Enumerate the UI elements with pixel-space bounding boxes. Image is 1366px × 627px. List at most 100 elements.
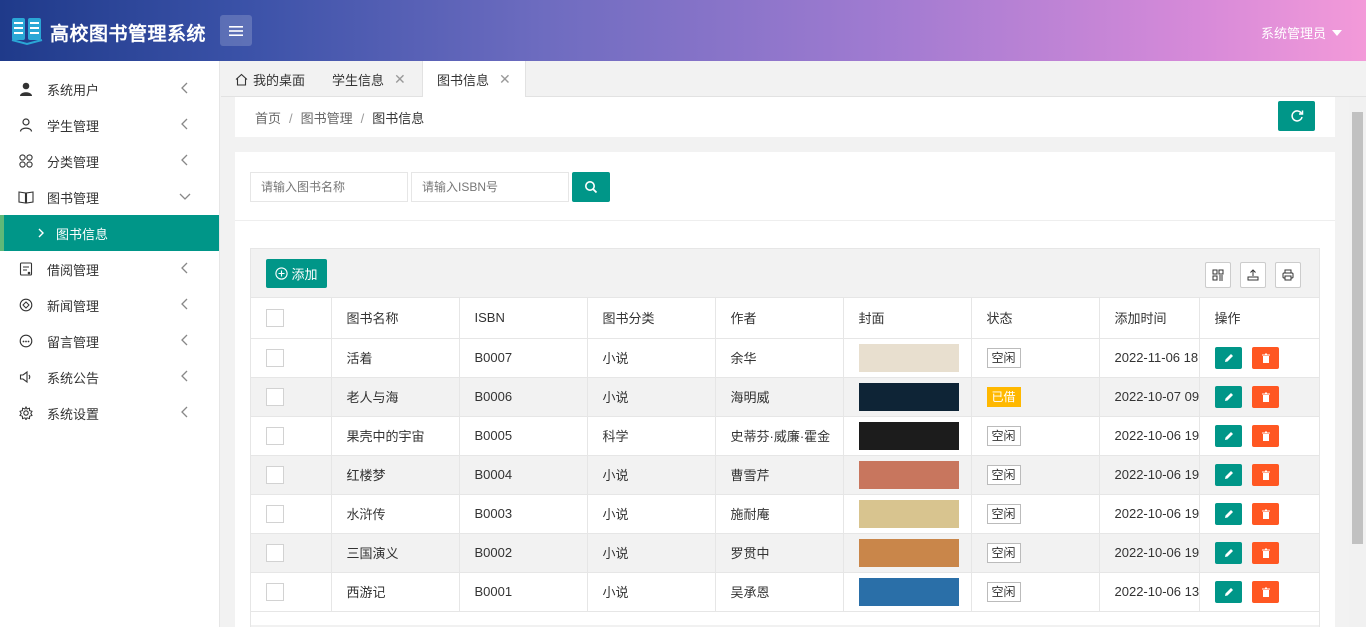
category-cell: 小说 (587, 377, 716, 417)
user-menu[interactable]: 系统管理员 (1261, 23, 1342, 42)
edit-button[interactable] (1214, 541, 1242, 564)
refresh-button[interactable] (1278, 101, 1315, 131)
edit-button[interactable] (1214, 463, 1242, 486)
tab-label: 图书信息 (437, 73, 490, 88)
delete-button[interactable] (1251, 580, 1279, 603)
sidebar-item-label: 图书管理 (47, 190, 100, 206)
chevron-right-icon (36, 225, 46, 241)
sidebar-item-announcements[interactable]: 系统公告 (0, 359, 219, 395)
cover-image (858, 499, 959, 528)
tab-bar: 我的桌面 学生信息 ✕ 图书信息 ✕ (221, 61, 1366, 98)
edit-button[interactable] (1214, 346, 1242, 369)
select-cell (251, 416, 332, 456)
row-checkbox[interactable] (266, 465, 284, 484)
delete-button[interactable] (1251, 346, 1279, 369)
trash-icon (1261, 548, 1270, 558)
column-header: 状态 (971, 298, 1100, 339)
delete-button[interactable] (1251, 424, 1279, 447)
chevron-left-icon (181, 154, 188, 166)
edit-button[interactable] (1214, 502, 1242, 525)
sidebar-item-categories[interactable]: 分类管理 (0, 143, 219, 179)
edit-button[interactable] (1214, 580, 1242, 603)
sidebar-item-label: 系统用户 (47, 82, 100, 98)
sidebar-item-settings[interactable]: 系统设置 (0, 395, 219, 431)
select-cell (251, 455, 332, 495)
sidebar-item-book-management[interactable]: 图书管理 (0, 179, 219, 215)
table-row: 西游记 B0001 小说 吴承恩 空闲 2022-10-06 13: (251, 572, 1319, 612)
close-icon[interactable]: ✕ (499, 71, 511, 88)
author-cell: 史蒂芬·威廉·霍金 (715, 416, 844, 456)
book-name-search-input[interactable] (250, 172, 408, 202)
table-row: 水浒传 B0003 小说 施耐庵 空闲 2022-10-06 19: (251, 494, 1319, 534)
sidebar-item-book-info[interactable]: 图书信息 (0, 215, 219, 251)
isbn-search-input[interactable] (411, 172, 569, 202)
row-checkbox[interactable] (266, 387, 284, 406)
category-cell: 小说 (587, 338, 716, 378)
sidebar-item-news[interactable]: 新闻管理 (0, 287, 219, 323)
data-table: 图书名称 ISBN 图书分类 作者 封面 状态 添加时间 操作 活着 B0007 小… (251, 298, 1319, 612)
status-cell: 空闲 (971, 533, 1100, 573)
row-checkbox[interactable] (266, 504, 284, 523)
trash-icon (1261, 587, 1270, 597)
breadcrumb: 首页 / 图书管理 / 图书信息 (255, 108, 424, 127)
delete-button[interactable] (1251, 385, 1279, 408)
export-button[interactable] (1240, 262, 1266, 288)
edit-button[interactable] (1214, 385, 1242, 408)
tab-student-info[interactable]: 学生信息 ✕ (332, 61, 406, 97)
row-checkbox[interactable] (266, 348, 284, 367)
breadcrumb-home[interactable]: 首页 (255, 111, 281, 126)
delete-button[interactable] (1251, 541, 1279, 564)
select-all-checkbox[interactable] (266, 308, 284, 327)
main-content: 首页 / 图书管理 / 图书信息 添加 (221, 97, 1349, 627)
sidebar-item-students[interactable]: 学生管理 (0, 107, 219, 143)
author-cell: 曹雪芹 (715, 455, 844, 495)
cover-image (858, 538, 959, 567)
select-all-cell (251, 298, 332, 339)
status-badge: 空闲 (986, 425, 1021, 446)
hamburger-icon (229, 25, 243, 36)
print-button[interactable] (1275, 262, 1301, 288)
column-header: 封面 (843, 298, 972, 339)
search-button[interactable] (572, 172, 610, 202)
delete-button[interactable] (1251, 502, 1279, 525)
cover-image (858, 421, 959, 450)
status-badge: 空闲 (986, 347, 1021, 368)
category-cell: 科学 (587, 416, 716, 456)
actions-cell (1198, 377, 1319, 417)
search-icon (585, 181, 598, 194)
book-icon (18, 189, 34, 205)
edit-button[interactable] (1214, 424, 1242, 447)
actions-cell (1198, 338, 1319, 378)
tab-my-desktop[interactable]: 我的桌面 (235, 61, 305, 97)
vertical-scrollbar[interactable] (1349, 97, 1366, 627)
isbn-cell: B0003 (459, 494, 588, 534)
top-header: 高校图书管理系统 系统管理员 (0, 0, 1366, 61)
row-checkbox[interactable] (266, 426, 284, 445)
status-badge: 空闲 (986, 542, 1021, 563)
sidebar-item-label: 系统设置 (47, 406, 100, 422)
column-header: 图书名称 (331, 298, 460, 339)
sidebar-item-borrowing[interactable]: 借阅管理 (0, 251, 219, 287)
columns-filter-button[interactable] (1205, 262, 1231, 288)
row-checkbox[interactable] (266, 543, 284, 562)
book-name-cell: 红楼梦 (331, 455, 460, 495)
book-name-cell: 老人与海 (331, 377, 460, 417)
chevron-left-icon (181, 82, 188, 94)
status-cell: 空闲 (971, 572, 1100, 612)
add-button[interactable]: 添加 (266, 259, 327, 288)
added-time-cell: 2022-10-06 13: (1099, 572, 1200, 612)
select-cell (251, 572, 332, 612)
close-icon[interactable]: ✕ (394, 71, 406, 88)
trash-icon (1261, 353, 1270, 363)
delete-button[interactable] (1251, 463, 1279, 486)
row-checkbox[interactable] (266, 582, 284, 601)
breadcrumb-parent[interactable]: 图书管理 (301, 111, 353, 126)
sidebar-item-messages[interactable]: 留言管理 (0, 323, 219, 359)
sidebar-item-system-users[interactable]: 系统用户 (0, 71, 219, 107)
add-button-label: 添加 (291, 267, 318, 282)
menu-toggle-button[interactable] (220, 15, 252, 46)
scrollbar-thumb[interactable] (1352, 112, 1363, 544)
tab-book-info[interactable]: 图书信息 ✕ (422, 61, 526, 98)
added-time-cell: 2022-10-06 19: (1099, 533, 1200, 573)
table-row: 果壳中的宇宙 B0005 科学 史蒂芬·威廉·霍金 空闲 2022-10-06 19: (251, 416, 1319, 456)
